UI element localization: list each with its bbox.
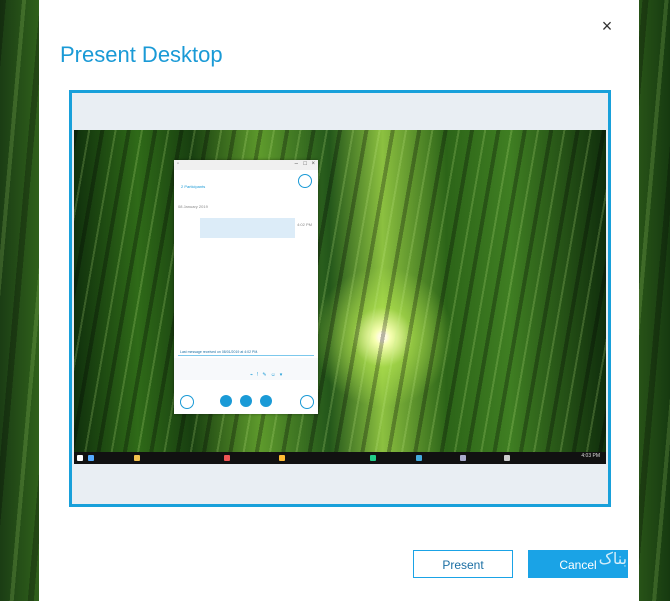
add-participant-icon (298, 174, 312, 188)
close-icon[interactable]: × (595, 14, 619, 38)
minimize-icon: – (294, 161, 298, 167)
present-button[interactable]: Present (413, 550, 513, 578)
chat-titlebar: ◦ – □ × (174, 160, 318, 170)
divider (178, 355, 314, 356)
message-time: 4:02 PM (297, 222, 312, 227)
start-icon (77, 455, 83, 461)
skype-icon (416, 455, 422, 461)
chrome-icon (279, 455, 285, 461)
participants-label: 2 Participants (181, 184, 206, 189)
composer-tools-icons: ⌁!✎☺▾ (250, 372, 287, 378)
app-icon (370, 455, 376, 461)
file-icon (504, 455, 510, 461)
maximize-icon: □ (303, 161, 307, 167)
video-icon (220, 395, 232, 407)
im-icon (180, 395, 194, 409)
last-message-status: Last message received on 08/01/2019 at 4… (180, 350, 259, 354)
call-icon (240, 395, 252, 407)
dialog-title: Present Desktop (60, 42, 223, 67)
desktop-screenshot: ◦ – □ × 2 Participants 08 January 2019 4… (74, 130, 606, 464)
taskbar: 4:03 PM (74, 452, 606, 464)
window-icon (460, 455, 466, 461)
search-icon (88, 455, 94, 461)
chat-window-preview: ◦ – □ × 2 Participants 08 January 2019 4… (174, 160, 318, 414)
message-bubble (200, 218, 295, 238)
message-input (174, 358, 318, 380)
present-icon (260, 395, 272, 407)
conversation-date: 08 January 2019 (178, 204, 208, 209)
more-options-icon (300, 395, 314, 409)
close-icon: × (311, 161, 315, 167)
desktop-preview[interactable]: ◦ – □ × 2 Participants 08 January 2019 4… (69, 90, 611, 507)
watermark-logo: تابناک (598, 549, 637, 568)
browser-icon (224, 455, 230, 461)
app-icon: ◦ (177, 161, 180, 167)
folder-icon (134, 455, 140, 461)
taskbar-clock: 4:03 PM (581, 453, 600, 459)
present-desktop-dialog: × Present Desktop ◦ – □ × 2 Participants… (39, 0, 639, 601)
call-controls (174, 390, 318, 414)
